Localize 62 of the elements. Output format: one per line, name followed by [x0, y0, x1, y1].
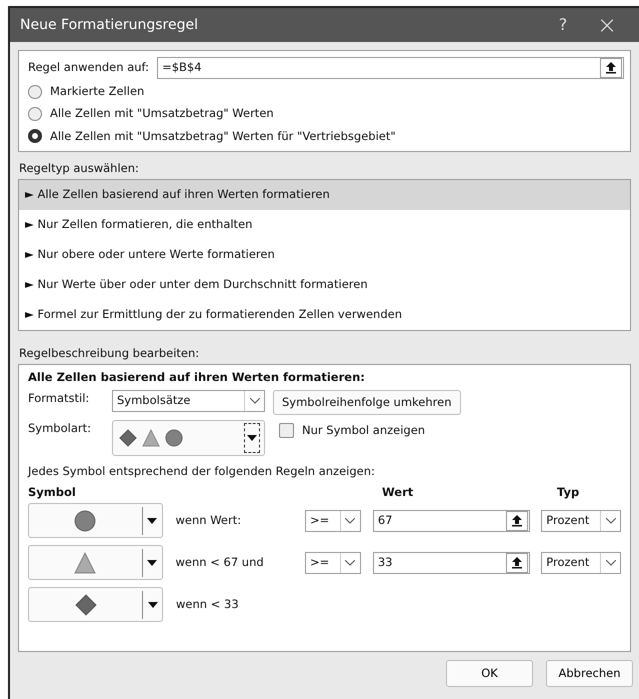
icon-dropdown[interactable]	[28, 545, 163, 580]
upload-arrow-icon	[512, 514, 522, 527]
value-field[interactable]: 33	[372, 552, 530, 574]
help-button[interactable]: ?	[541, 13, 585, 37]
close-button[interactable]: ×	[585, 7, 629, 43]
cancel-button[interactable]: Abbrechen	[546, 660, 633, 687]
radio-option[interactable]: Alle Zellen mit "Umsatzbetrag" Werten für "Vertriebsgebiet"	[28, 128, 624, 145]
diamond-icon	[119, 428, 137, 447]
type-dropdown[interactable]: Prozent	[541, 552, 621, 574]
caret-icon	[148, 602, 158, 608]
triangle-icon	[142, 428, 160, 447]
collapse-button[interactable]	[506, 552, 528, 573]
value-field[interactable]: 67	[372, 510, 530, 532]
caret-icon	[147, 560, 158, 566]
caret-icon	[247, 434, 257, 441]
chevron-icon	[345, 560, 356, 566]
circle-icon	[74, 510, 96, 532]
field-label: Symbolart:	[28, 420, 92, 437]
section-label: Regeltyp auswählen:	[18, 160, 140, 177]
rule-type-item[interactable]: ► Alle Zellen basierend auf ihren Werten formatieren	[19, 180, 630, 210]
collapse-button[interactable]	[506, 510, 528, 531]
chevron-icon	[345, 518, 356, 524]
chevron-icon	[606, 518, 616, 524]
condition-text: wenn Wert:	[176, 512, 242, 530]
field-label: Regel anwenden auf:	[28, 59, 150, 76]
dropdown-button[interactable]	[244, 422, 260, 453]
field-label: Formatstil:	[28, 390, 90, 406]
operator-dropdown[interactable]: >=	[305, 552, 361, 574]
triangle-icon	[74, 552, 96, 574]
operator-dropdown[interactable]: >=	[305, 510, 361, 532]
diamond-icon	[74, 594, 96, 616]
range-field[interactable]: =$B$4	[157, 57, 624, 79]
ok-button[interactable]: OK	[446, 660, 533, 687]
upload-arrow-icon	[606, 62, 616, 74]
chevron-icon	[250, 398, 260, 404]
chevron-icon	[606, 560, 616, 566]
type-dropdown[interactable]: Prozent	[541, 510, 621, 532]
icon-dropdown[interactable]	[28, 503, 163, 538]
rule-type-item[interactable]: ► Formel zur Ermittlung der zu formatierenden Zellen verwenden	[19, 300, 630, 330]
rule-type-item[interactable]: ► Nur obere oder untere Werte formatieren	[19, 240, 630, 270]
condition-text: wenn < 33	[176, 596, 240, 614]
circle-icon	[165, 428, 183, 447]
icon-dropdown[interactable]	[28, 587, 163, 622]
description-heading: Alle Zellen basierend auf ihren Werten formatieren:	[28, 369, 366, 386]
icon-style-dropdown[interactable]	[112, 420, 265, 456]
radio-option[interactable]: Alle Zellen mit "Umsatzbetrag" Werten	[28, 105, 624, 122]
radio-option[interactable]: Markierte Zellen	[28, 83, 624, 100]
rule-type-item[interactable]: ► Nur Zellen formatieren, die enthalten	[19, 210, 630, 240]
upload-arrow-icon	[512, 556, 522, 569]
format-style-dropdown[interactable]: Symbolsätze	[112, 390, 265, 412]
collapse-button[interactable]	[600, 58, 622, 78]
reverse-order-button[interactable]: Symbolreihenfolge umkehren	[273, 390, 460, 415]
column-header: Wert	[382, 484, 414, 501]
instruction-text: Jedes Symbol entsprechend der folgenden Regeln anzeigen:	[28, 462, 376, 480]
column-header: Symbol	[28, 484, 77, 501]
checkbox-option[interactable]: Nur Symbol anzeigen	[279, 422, 426, 439]
section-label: Regelbeschreibung bearbeiten:	[18, 345, 200, 362]
column-header: Typ	[557, 484, 580, 501]
condition-text: wenn < 67 und	[176, 554, 265, 572]
caret-icon	[147, 518, 158, 524]
window-title: Neue Formatierungsregel	[20, 16, 199, 34]
rule-type-item[interactable]: ► Nur Werte über oder unter dem Durchschnitt formatieren	[19, 270, 630, 300]
